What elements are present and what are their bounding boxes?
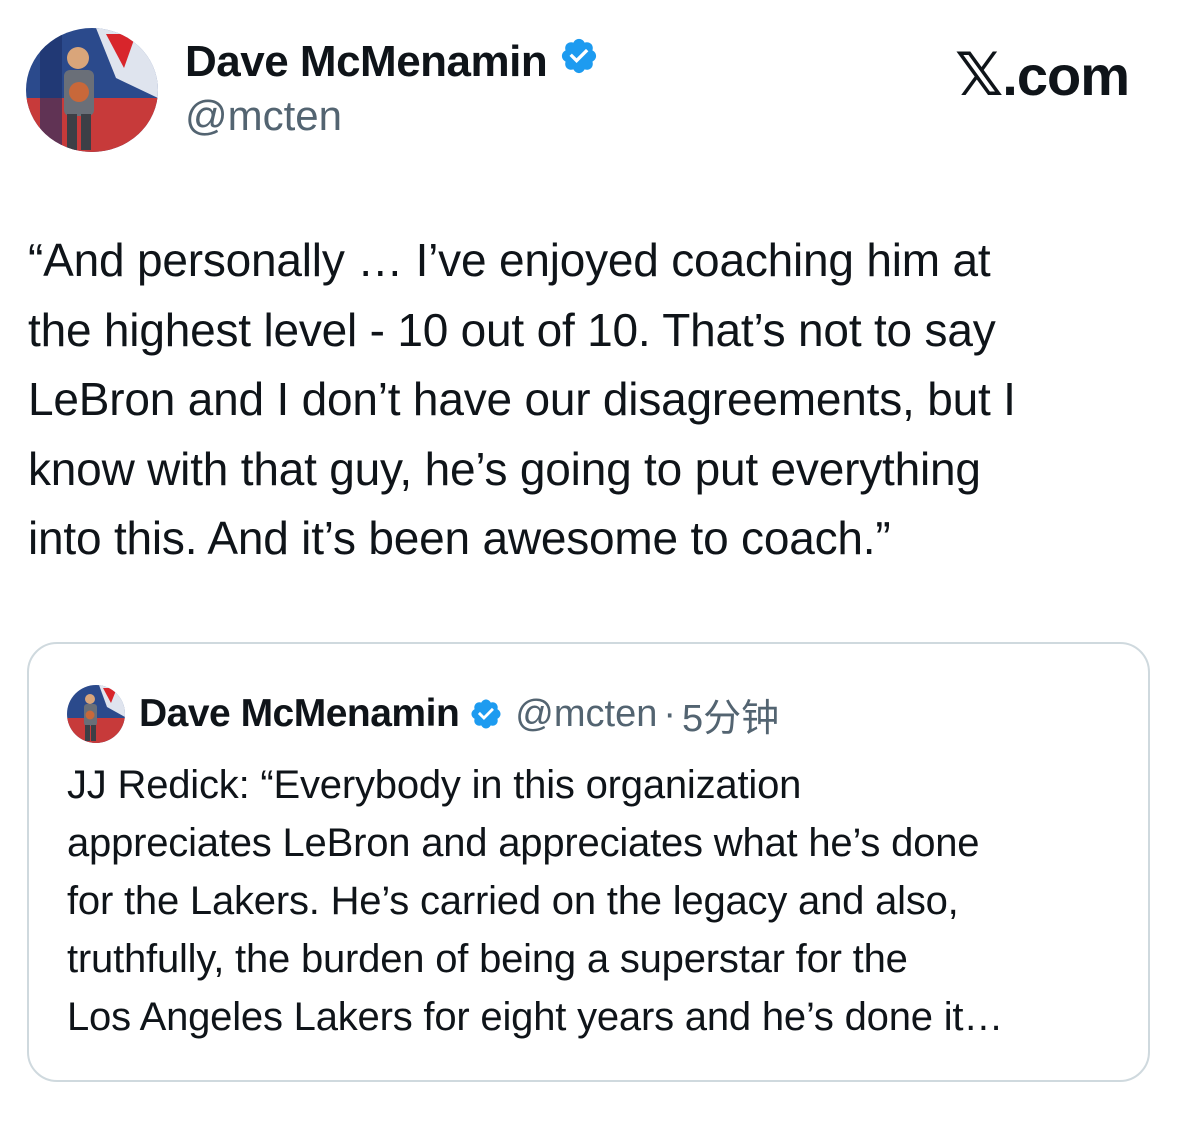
quoted-tweet-card[interactable]: Dave McMenamin @mcten · 5分钟 JJ Redick: “… [27,642,1150,1082]
quoted-author-name[interactable]: Dave McMenamin [139,692,460,736]
tweet-text: “And personally … I’ve enjoyed coaching … [28,226,1148,574]
brand-logo: 𝕏 .com [954,40,1130,110]
meta-separator: · [663,692,676,735]
x-logo-icon: 𝕏 [954,40,1003,110]
quoted-author-avatar[interactable] [67,685,125,743]
tweet-line: LeBron and I don’t have our disagreement… [28,373,1016,425]
tweet-line: know with that guy, he’s going to put ev… [28,442,981,495]
author-name-row[interactable]: Dave McMenamin [185,36,599,87]
quoted-line: Los Angeles Lakers for eight years and h… [67,995,1004,1039]
tweet-line: into this. And it’s been awesome to coac… [28,512,891,564]
author-handle[interactable]: @mcten [185,92,342,140]
quoted-author-handle[interactable]: @mcten [515,693,657,736]
quoted-line: truthfully, the burden of being a supers… [67,937,908,981]
quoted-verified-badge-icon [469,697,503,731]
verified-badge-icon [559,36,599,87]
quoted-line: appreciates LeBron and appreciates what … [67,821,980,865]
author-name[interactable]: Dave McMenamin [185,37,548,87]
brand-domain: .com [1002,43,1130,107]
avatar-image [26,28,158,152]
tweet-line: “And personally … I’ve enjoyed coaching … [28,234,991,286]
quoted-line: JJ Redick: “Everybody in this organizati… [67,763,802,807]
tweet-line: the highest level - 10 out of 10. That’s… [28,303,996,356]
quoted-timestamp[interactable]: 5分钟 [682,687,779,742]
quoted-tweet-header: Dave McMenamin @mcten · 5分钟 [67,684,779,744]
quoted-line: for the Lakers. He’s carried on the lega… [67,879,959,923]
quoted-avatar-image [67,685,125,743]
quoted-tweet-text: JJ Redick: “Everybody in this organizati… [67,756,1127,1046]
author-avatar[interactable] [26,28,158,152]
